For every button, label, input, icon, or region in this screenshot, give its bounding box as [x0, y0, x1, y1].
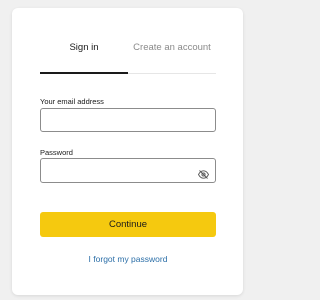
- password-field-wrapper: [40, 158, 216, 183]
- tab-sign-in[interactable]: Sign in: [40, 38, 128, 74]
- auth-tabs: Sign in Create an account: [40, 38, 216, 74]
- email-field[interactable]: [40, 108, 216, 132]
- password-label: Password: [40, 148, 73, 157]
- tab-create-account[interactable]: Create an account: [128, 38, 216, 73]
- continue-button[interactable]: Continue: [40, 212, 216, 237]
- forgot-password-link[interactable]: I forgot my password: [40, 254, 216, 264]
- eye-off-icon[interactable]: [197, 166, 210, 179]
- password-field[interactable]: [40, 158, 216, 183]
- login-card: Sign in Create an account Your email add…: [12, 8, 243, 295]
- email-label: Your email address: [40, 97, 104, 106]
